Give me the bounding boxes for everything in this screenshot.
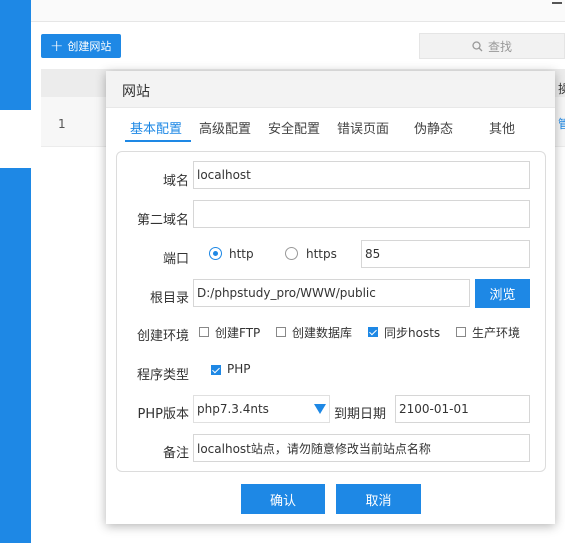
expiry-date-input[interactable]: 2100-01-01: [395, 395, 530, 423]
dialog-title: 网站: [106, 71, 555, 108]
create-db-label: 创建数据库: [292, 326, 353, 340]
create-env-label: 创建环境: [136, 329, 189, 344]
sidebar-selected-item[interactable]: [0, 110, 31, 168]
https-radio-label: https: [306, 247, 337, 261]
browse-button[interactable]: 浏览: [475, 279, 530, 308]
program-type-label: 程序类型: [136, 368, 189, 383]
domain-input[interactable]: localhost: [193, 161, 530, 189]
create-ftp-label: 创建FTP: [215, 326, 261, 340]
root-dir-input[interactable]: D:/phpstudy_pro/WWW/public: [193, 279, 470, 307]
second-domain-label: 第二域名: [136, 213, 189, 228]
port-label: 端口: [162, 252, 189, 267]
active-tab-indicator: [125, 140, 191, 142]
basic-config-panel: 域名 localhost 第二域名 端口 http https 85 根目录 D…: [116, 151, 546, 472]
top-bar: [31, 0, 565, 22]
tab-basic-config[interactable]: 基本配置: [130, 118, 182, 137]
tab-security-config[interactable]: 安全配置: [268, 118, 320, 137]
search-label: 查找: [487, 39, 512, 54]
cancel-button[interactable]: 取消: [336, 484, 421, 514]
create-db-checkbox[interactable]: [276, 327, 286, 337]
create-website-label: 创建网站: [67, 40, 112, 53]
create-website-button[interactable]: + 创建网站: [41, 34, 121, 58]
expiry-date-label: 到期日期: [334, 407, 387, 422]
production-env-label: 生产环境: [472, 326, 521, 340]
php-version-select[interactable]: php7.3.4nts: [193, 395, 330, 423]
domain-label: 域名: [162, 174, 189, 189]
sync-hosts-label: 同步hosts: [384, 326, 441, 340]
plus-icon: +: [50, 36, 64, 55]
row-manage-link[interactable]: 管: [558, 115, 565, 132]
dialog-tabs: 基本配置 高级配置 安全配置 错误页面 伪静态 其他: [106, 108, 555, 142]
http-radio[interactable]: [209, 247, 222, 260]
search-icon: [472, 40, 483, 51]
https-radio[interactable]: [285, 247, 298, 260]
php-version-value: php7.3.4nts: [197, 402, 269, 416]
php-checkbox[interactable]: [211, 365, 221, 375]
website-dialog: 网站 基本配置 高级配置 安全配置 错误页面 伪静态 其他 域名 localho…: [106, 71, 555, 524]
http-radio-label: http: [229, 247, 254, 261]
tab-error-pages[interactable]: 错误页面: [337, 118, 389, 137]
php-version-label: PHP版本: [137, 407, 189, 422]
sync-hosts-checkbox[interactable]: [368, 327, 378, 337]
search-button[interactable]: 查找: [419, 33, 565, 59]
php-label: PHP: [227, 362, 251, 376]
production-env-checkbox[interactable]: [456, 327, 466, 337]
table-header-action-fragment: 操: [558, 82, 565, 96]
second-domain-input[interactable]: [193, 200, 530, 228]
confirm-button[interactable]: 确认: [241, 484, 325, 514]
root-dir-label: 根目录: [149, 291, 189, 306]
create-ftp-checkbox[interactable]: [199, 327, 209, 337]
port-input[interactable]: 85: [361, 240, 530, 268]
row-number: 1: [58, 117, 66, 131]
dropdown-arrow-icon: [314, 404, 326, 414]
minimize-icon[interactable]: [552, 2, 562, 4]
note-input[interactable]: localhost站点，请勿随意修改当前站点名称: [193, 434, 530, 462]
tab-advanced-config[interactable]: 高级配置: [199, 118, 251, 137]
note-label: 备注: [162, 446, 189, 461]
left-sidebar: [0, 0, 31, 543]
tab-rewrite[interactable]: 伪静态: [414, 118, 453, 137]
tab-other[interactable]: 其他: [489, 118, 515, 137]
